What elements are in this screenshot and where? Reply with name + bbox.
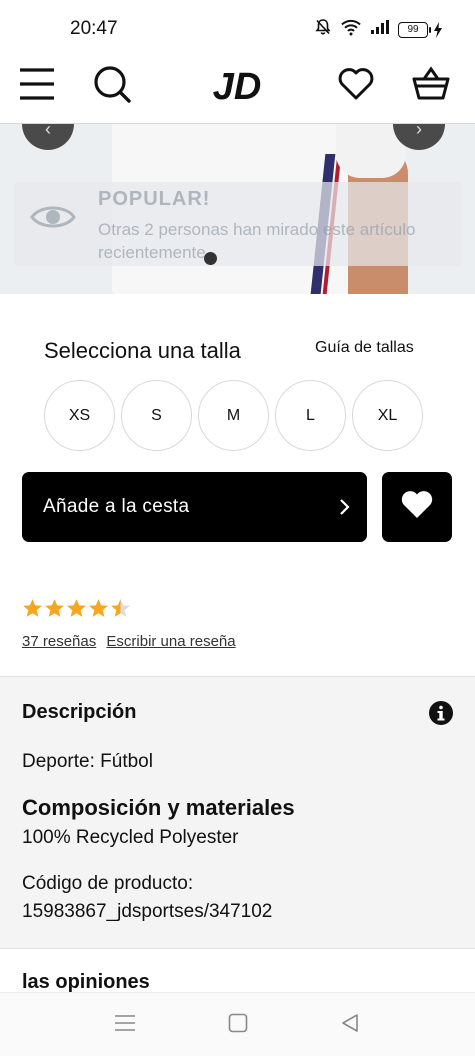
opinions-title[interactable]: las opiniones <box>22 971 150 994</box>
search-icon <box>93 65 131 108</box>
size-guide-link[interactable]: Guía de tallas <box>315 339 414 357</box>
description-sport: Deporte: Fútbol <box>22 751 153 772</box>
product-code-label: Código de producto: <box>22 873 194 894</box>
battery-icon: 99 <box>398 21 443 38</box>
popular-banner: POPULAR! Otras 2 personas han mirado est… <box>14 182 461 266</box>
chevron-left-icon: ‹ <box>45 124 51 139</box>
back-triangle-icon <box>342 1014 358 1032</box>
heart-filled-icon <box>400 490 434 525</box>
status-time: 20:47 <box>70 18 118 39</box>
home-button[interactable] <box>228 1013 248 1038</box>
star-icon <box>89 599 108 617</box>
basket-icon <box>411 65 451 107</box>
size-option-s[interactable]: S <box>121 380 192 451</box>
materials-title: Composición y materiales <box>22 795 295 820</box>
wishlist-button[interactable] <box>336 58 376 114</box>
popular-title: POPULAR! <box>98 188 211 210</box>
write-review-link[interactable]: Escribir una reseña <box>106 633 235 650</box>
heart-icon <box>337 67 375 106</box>
mute-bell-icon <box>314 18 332 41</box>
back-button[interactable] <box>340 1013 360 1038</box>
jd-logo-icon: JD <box>213 66 262 106</box>
system-nav-bar <box>0 992 475 1056</box>
star-icon <box>45 599 64 617</box>
signal-icon <box>370 19 390 40</box>
chevron-right-icon <box>339 497 351 522</box>
description-title: Descripción <box>22 701 137 723</box>
size-option-l[interactable]: L <box>275 380 346 451</box>
size-title: Selecciona una talla <box>44 338 241 363</box>
reviews-count-link[interactable]: 37 reseñas <box>22 633 96 650</box>
add-to-basket-button[interactable]: Añade a la cesta <box>22 472 367 542</box>
chevron-right-icon: › <box>416 124 422 139</box>
popular-text: Otras 2 personas han mirado este artícul… <box>98 220 416 262</box>
materials-text: 100% Recycled Polyester <box>22 827 239 848</box>
basket-button[interactable] <box>410 58 452 114</box>
menu-button[interactable] <box>18 58 56 114</box>
add-to-basket-label: Añade a la cesta <box>43 496 190 517</box>
product-code: 15983867_jdsportses/347102 <box>22 901 273 922</box>
description-section: Descripción Deporte: Fútbol Composición … <box>0 676 475 949</box>
star-icon <box>67 599 86 617</box>
review-links: 37 reseñas Escribir una reseña <box>22 633 242 650</box>
rating-stars <box>22 598 131 618</box>
star-icon <box>23 599 42 617</box>
size-option-xs[interactable]: XS <box>44 380 115 451</box>
carousel-dot[interactable] <box>204 252 217 265</box>
status-bar: 20:47 99 <box>0 0 475 58</box>
carousel-prev-button[interactable]: ‹ <box>22 124 74 150</box>
jd-logo[interactable]: JD <box>204 58 270 114</box>
status-icons: 99 <box>314 18 443 41</box>
battery-level: 99 <box>398 21 428 38</box>
wifi-icon <box>340 18 362 41</box>
svg-text:JD: JD <box>213 66 262 106</box>
hamburger-icon <box>19 66 55 107</box>
size-option-xl[interactable]: XL <box>352 380 423 451</box>
size-options: XS S M L XL <box>44 380 423 451</box>
app-header: JD <box>0 58 475 124</box>
square-icon <box>228 1013 248 1033</box>
recents-button[interactable] <box>114 1013 136 1038</box>
info-icon[interactable] <box>429 701 453 730</box>
add-to-wishlist-button[interactable] <box>382 472 452 542</box>
star-icon <box>111 599 130 617</box>
eye-icon <box>30 202 76 237</box>
size-option-m[interactable]: M <box>198 380 269 451</box>
menu-lines-icon <box>115 1015 135 1031</box>
product-image-carousel[interactable]: ‹ › POPULAR! Otras 2 personas han mirado… <box>0 124 475 294</box>
search-button[interactable] <box>92 58 132 114</box>
